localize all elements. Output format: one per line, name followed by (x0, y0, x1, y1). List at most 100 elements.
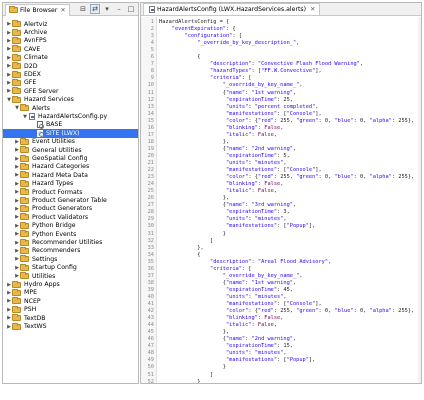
code-text: } (159, 378, 201, 383)
tree-item[interactable]: ▼ HazardAlertsConfig.py (3, 112, 138, 121)
line-number: 51 (147, 371, 154, 378)
tree-item[interactable]: ▶ EDEX (3, 70, 138, 78)
folder-icon (20, 221, 29, 229)
tree-item[interactable]: ▶ NCEP (3, 297, 138, 305)
editor-tab[interactable]: HazardAlertsConfig (LWX.HazardServices.a… (143, 3, 321, 15)
tree-item[interactable]: ▶ GFE (3, 78, 138, 87)
tree-item-label: TextDB (24, 314, 46, 322)
close-icon[interactable]: ✕ (310, 6, 315, 13)
python-file-icon (29, 113, 35, 121)
editor-tabbar: HazardAlertsConfig (LWX.HazardServices.a… (141, 3, 421, 16)
code-line: 52 } (141, 379, 421, 383)
minimize-icon[interactable]: – (114, 4, 124, 14)
tree-item[interactable]: ▶ Recommender Utilities (3, 238, 138, 246)
line-number: 4 (150, 40, 154, 47)
tree-item[interactable]: ▼ Alerts (3, 104, 138, 112)
tree-item[interactable]: ▶ GFE Server (3, 87, 138, 95)
tree-item[interactable]: SITE (LWX) (3, 129, 138, 138)
tree-item[interactable]: ▶ PSH (3, 305, 138, 314)
tree-item[interactable]: ▶ CAVE (3, 45, 138, 53)
tree-item[interactable]: ▶ Startup Config (3, 263, 138, 272)
code-text: "_override_by_key_name_", (222, 272, 303, 279)
tree-item[interactable]: ▶ Product Generator Table (3, 196, 138, 204)
line-number: 45 (147, 329, 154, 336)
code-line: 44 "italic": False, (141, 322, 421, 329)
code-text: } (159, 364, 226, 371)
code-text: {"name": "1st warning", (159, 89, 297, 96)
folder-icon (20, 272, 29, 280)
chevron-down-icon[interactable]: ▼ (22, 114, 28, 120)
tree-item[interactable]: ▶ Alertviz (3, 20, 138, 28)
line-number: 18 (147, 138, 154, 145)
code-text: "italic": False, (225, 188, 278, 195)
tree-item[interactable]: ▶ General Utilities (3, 146, 138, 154)
code-line: 40 "units": "minutes", (141, 294, 421, 301)
code-line: 23 "color": {"red": 255, "green": 0, "bl… (141, 174, 421, 181)
tree-item[interactable]: ▶ Recommenders (3, 246, 138, 255)
code-line: 21 "units": "minutes", (141, 160, 421, 167)
code-line: 34 { (141, 252, 421, 259)
code-line: 19 {"name": "2nd warning", (141, 146, 421, 153)
tree-item[interactable]: ▶ D2D (3, 62, 138, 70)
tree-item[interactable]: ▶ Settings (3, 255, 138, 263)
folder-icon (20, 196, 29, 204)
tree-item[interactable]: ▶ AvnFPS (3, 36, 138, 45)
tree-item[interactable]: ▶ Product Validators (3, 213, 138, 221)
tree-item[interactable]: ▶ Climate (3, 53, 138, 62)
line-number: 49 (147, 357, 154, 364)
tree-item-label: D2D (24, 62, 38, 70)
code-line: 39 "expirationTime": 45, (141, 287, 421, 294)
line-number: 5 (150, 47, 154, 54)
code-text: { (159, 251, 201, 258)
tree-item[interactable]: BASE (3, 121, 138, 129)
folder-icon (20, 179, 29, 187)
tree-item[interactable]: ▶ Python Events (3, 230, 138, 238)
tree-item[interactable]: ▼ Hazard Services (3, 95, 138, 104)
code-line: 14 "manifestations": ["Console"], (141, 111, 421, 118)
tree-item[interactable]: ▶ GeoSpatial Config (3, 154, 138, 162)
folder-icon (12, 53, 21, 61)
tree-item[interactable]: ▶ Archive (3, 28, 138, 36)
editor-panel: HazardAlertsConfig (LWX.HazardServices.a… (140, 2, 422, 384)
tree-item[interactable]: ▶ Hazard Types (3, 179, 138, 188)
code-text: "expirationTime": 25, (225, 96, 293, 103)
tree-item[interactable]: ▶ Hazard Categories (3, 162, 138, 171)
maximize-icon[interactable]: □ (126, 4, 136, 14)
tree-item-label: Event Utilities (32, 138, 75, 146)
code-line: 4 "_override_by_key_description_", (141, 40, 421, 47)
link-with-editor-icon[interactable]: ⇄ (90, 4, 100, 14)
code-line: 8 "hazardTypes": ["FF.W.Convective"], (141, 68, 421, 75)
code-line: 6 { (141, 54, 421, 61)
code-line: 18 }, (141, 139, 421, 146)
tree-item[interactable]: ▶ Hazard Meta Data (3, 171, 138, 179)
folder-icon (20, 204, 29, 212)
code-editor[interactable]: 1 HazardAlertsConfig = {2 "eventExpiratio… (141, 17, 421, 383)
tree-item[interactable]: ▶ Event Utilities (3, 137, 138, 146)
code-text: "blinking": False, (225, 315, 284, 322)
tree-item[interactable]: ▶ Python Bridge (3, 221, 138, 230)
tree-item[interactable]: ▶ Product Formats (3, 188, 138, 196)
tree-item[interactable]: ▶ Hydro Apps (3, 280, 138, 288)
tree-item-label: Python Events (32, 230, 77, 238)
code-text: "units": "minutes", (225, 350, 287, 357)
line-number: 24 (147, 181, 154, 188)
tree-item[interactable]: ▶ Utilities (3, 272, 138, 280)
code-line: 33 }, (141, 245, 421, 252)
close-icon[interactable]: ✕ (60, 7, 65, 14)
tree-item-label: EDEX (24, 71, 41, 79)
line-number: 22 (147, 167, 154, 174)
file-browser-tab[interactable]: File Browser ✕ (5, 3, 70, 16)
code-text: "manifestations": ["Popup"], (225, 223, 316, 230)
line-number: 37 (147, 272, 154, 279)
code-line: 13 "units": "percent completed", (141, 104, 421, 111)
collapse-all-icon[interactable]: ⊟ (78, 4, 88, 14)
tree-item[interactable]: ▶ TextWS (3, 322, 138, 330)
code-line: 20 "expirationTime": 5, (141, 153, 421, 160)
tree-item[interactable]: ▶ Product Generators (3, 204, 138, 213)
code-line: 2 "eventExpiration": { (141, 26, 421, 33)
tree-item[interactable]: ▶ MPE (3, 288, 138, 297)
file-browser-tab-label: File Browser (20, 6, 58, 14)
line-number: 48 (147, 350, 154, 357)
tree-item[interactable]: ▶ TextDB (3, 314, 138, 322)
view-menu-icon[interactable]: ▾ (102, 4, 112, 14)
